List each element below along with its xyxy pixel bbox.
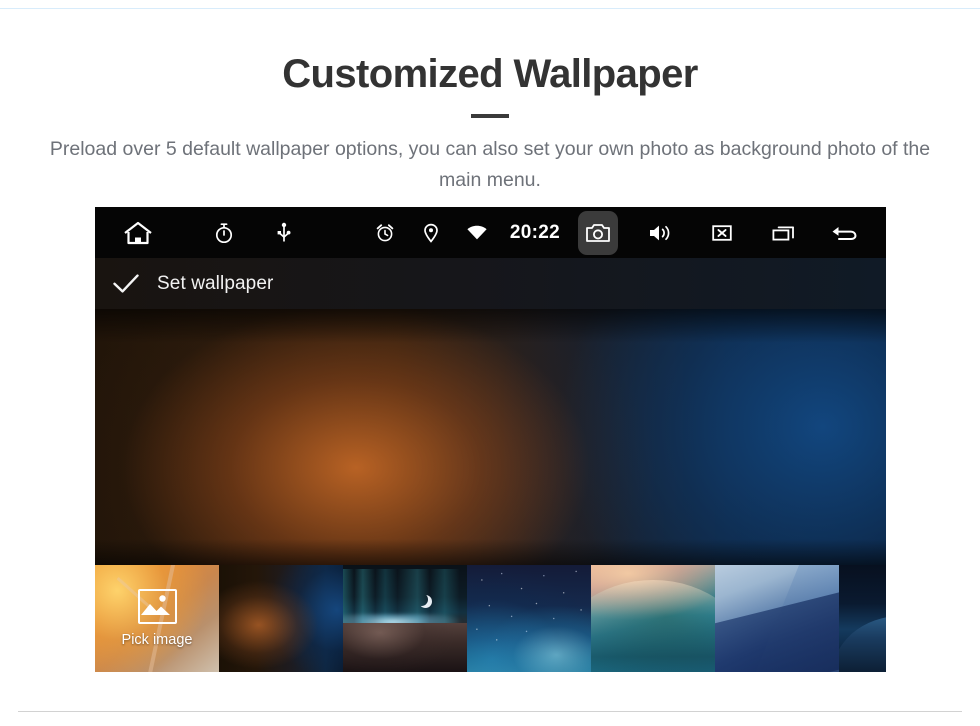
eclipse-planet-decor (839, 616, 886, 672)
android-status-bar: 20:22 (95, 207, 886, 258)
location-pin-icon (414, 216, 448, 250)
thumbnail-earth-orbit-moon[interactable] (343, 565, 467, 672)
pick-image-label: Pick image (121, 632, 193, 648)
wallpaper-preview[interactable] (95, 309, 886, 565)
picture-icon (137, 589, 177, 624)
device-screen: 20:22 Set wallpaper Pick image (95, 207, 886, 672)
camera-icon[interactable] (578, 210, 618, 255)
wave-arc-decor (591, 579, 715, 672)
volume-icon[interactable] (640, 216, 680, 250)
status-bar-clock: 20:22 (509, 221, 560, 243)
alarm-icon (368, 216, 402, 250)
stars-decor (467, 565, 591, 672)
status-bar-right-group: 20:22 (368, 210, 886, 255)
back-arrow-icon[interactable] (826, 216, 866, 250)
thumbnail-starry-nebula[interactable] (467, 565, 591, 672)
check-icon[interactable] (95, 271, 157, 297)
recents-icon[interactable] (764, 216, 804, 250)
geometric-fold-a-decor (715, 586, 839, 672)
set-wallpaper-label: Set wallpaper (157, 272, 274, 294)
preview-top-shade (95, 309, 886, 343)
usb-icon[interactable] (267, 216, 301, 250)
bottom-divider (18, 711, 962, 712)
page-header: Customized Wallpaper Preload over 5 defa… (0, 52, 980, 196)
status-bar-left-group (95, 216, 301, 250)
wallpaper-thumbnail-strip[interactable]: Pick image (95, 565, 886, 672)
home-icon[interactable] (121, 216, 155, 250)
set-wallpaper-bar[interactable]: Set wallpaper (95, 258, 886, 309)
title-divider (471, 113, 509, 118)
top-accent-rule (0, 8, 980, 9)
thumbnail-pick-image[interactable]: Pick image (95, 565, 219, 672)
thumbnail-abstract-blue[interactable] (715, 565, 839, 672)
thumbnail-space-eclipse[interactable] (839, 565, 886, 672)
page-title: Customized Wallpaper (282, 52, 698, 96)
planet-surface-decor (343, 622, 467, 672)
stopwatch-icon[interactable] (207, 216, 241, 250)
preview-bottom-shade (95, 539, 886, 565)
thumbnail-color-wave[interactable] (591, 565, 715, 672)
wifi-icon (460, 216, 494, 250)
close-box-icon[interactable] (702, 216, 742, 250)
page-subtitle: Preload over 5 default wallpaper options… (49, 137, 931, 191)
crescent-moon-decor (415, 593, 428, 606)
thumbnail-blurred-gradient[interactable] (219, 565, 343, 672)
